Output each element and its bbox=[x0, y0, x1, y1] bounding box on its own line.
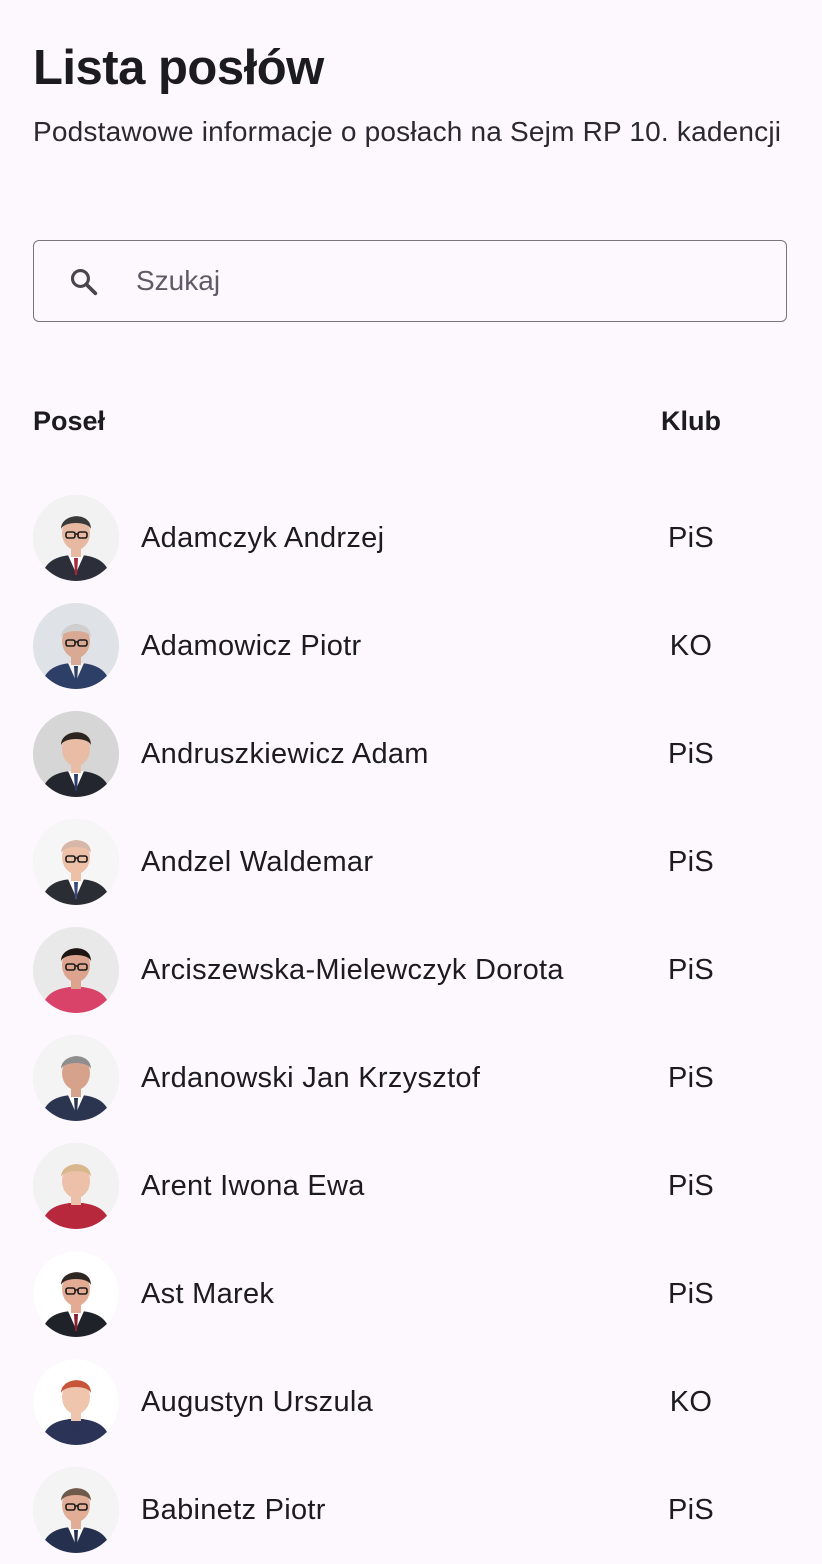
member-name: Augustyn Urszula bbox=[141, 1386, 374, 1418]
member-name: Adamowicz Piotr bbox=[141, 630, 362, 662]
column-header-name[interactable]: Poseł bbox=[33, 403, 105, 439]
search-input[interactable] bbox=[136, 241, 756, 321]
table-row[interactable]: Andzel Waldemar PiS bbox=[0, 808, 822, 916]
member-name: Babinetz Piotr bbox=[141, 1494, 326, 1526]
member-name: Arent Iwona Ewa bbox=[141, 1170, 365, 1202]
table-row[interactable]: Arent Iwona Ewa PiS bbox=[0, 1132, 822, 1240]
table-row[interactable]: Andruszkiewicz Adam PiS bbox=[0, 700, 822, 808]
table-row[interactable]: Arciszewska-Mielewczyk Dorota PiS bbox=[0, 916, 822, 1024]
member-club: KO bbox=[669, 630, 713, 662]
member-name: Adamczyk Andrzej bbox=[141, 522, 385, 554]
member-avatar bbox=[33, 495, 119, 581]
members-list-page: Lista posłów Podstawowe informacje o pos… bbox=[0, 0, 822, 1553]
column-header-club[interactable]: Klub bbox=[610, 403, 772, 439]
table-row[interactable]: Adamowicz Piotr KO bbox=[0, 592, 822, 700]
member-name: Andzel Waldemar bbox=[141, 846, 374, 878]
member-club: KO bbox=[669, 1386, 713, 1418]
table-row[interactable]: Ast Marek PiS bbox=[0, 1240, 822, 1348]
member-avatar bbox=[33, 927, 119, 1013]
member-avatar bbox=[33, 603, 119, 689]
table-row[interactable]: Ardanowski Jan Krzysztof PiS bbox=[0, 1024, 822, 1132]
member-name: Andruszkiewicz Adam bbox=[141, 738, 429, 770]
search-field[interactable] bbox=[33, 240, 787, 322]
member-club: PiS bbox=[667, 738, 715, 770]
member-club: PiS bbox=[667, 846, 715, 878]
search-icon bbox=[70, 268, 98, 296]
member-name: Ast Marek bbox=[141, 1278, 275, 1310]
member-avatar bbox=[33, 1359, 119, 1445]
member-club: PiS bbox=[667, 1494, 715, 1526]
member-avatar bbox=[33, 1143, 119, 1229]
member-avatar bbox=[33, 1467, 119, 1553]
member-name: Arciszewska-Mielewczyk Dorota bbox=[141, 954, 564, 986]
table-row[interactable]: Babinetz Piotr PiS bbox=[0, 1456, 822, 1564]
page-title: Lista posłów bbox=[33, 41, 324, 95]
member-club: PiS bbox=[667, 1278, 715, 1310]
member-club: PiS bbox=[667, 522, 715, 554]
member-avatar bbox=[33, 711, 119, 797]
member-club: PiS bbox=[667, 1170, 715, 1202]
member-club: PiS bbox=[667, 1062, 715, 1094]
table-row[interactable]: Augustyn Urszula KO bbox=[0, 1348, 822, 1456]
table-row[interactable]: Adamczyk Andrzej PiS bbox=[0, 484, 822, 592]
member-avatar bbox=[33, 819, 119, 905]
member-avatar bbox=[33, 1251, 119, 1337]
member-avatar bbox=[33, 1035, 119, 1121]
member-club: PiS bbox=[667, 954, 715, 986]
member-name: Ardanowski Jan Krzysztof bbox=[141, 1062, 481, 1094]
page-subtitle: Podstawowe informacje o posłach na Sejm … bbox=[33, 116, 782, 147]
